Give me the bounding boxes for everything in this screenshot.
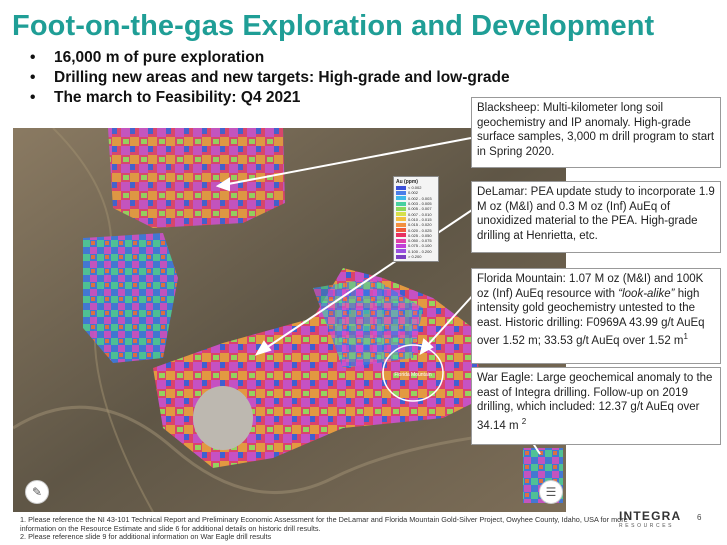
footnote-ref: 2 — [521, 416, 527, 426]
edit-map-button[interactable]: ✎ — [25, 480, 49, 504]
legend-swatch — [396, 196, 406, 201]
florida-italic: “look-alike” — [618, 287, 675, 300]
company-logo: INTEGRA RESOURCES — [619, 509, 681, 529]
legend-swatch — [396, 249, 406, 254]
footnote-2: 2. Please reference slide 9 for addition… — [20, 532, 272, 541]
callout-war-eagle: War Eagle: Large geochemical anomaly to … — [471, 367, 721, 445]
legend-label: 0.003 - 0.005 — [408, 201, 432, 207]
legend-label: 0.010 - 0.015 — [408, 216, 432, 222]
legend-swatch — [396, 238, 406, 243]
legend-swatch — [396, 201, 406, 206]
bullet-item: 16,000 m of pure exploration — [30, 48, 510, 68]
slide-title: Foot-on-the-gas Exploration and Developm… — [12, 10, 655, 42]
logo-name: INTEGRA — [619, 509, 682, 523]
footnotes: 1. Please reference the NI 43-101 Techni… — [20, 515, 628, 542]
legend-swatch — [396, 243, 406, 248]
page-number: 6 — [697, 513, 702, 522]
callout-delamar: DeLamar: PEA update study to incorporate… — [471, 181, 721, 253]
legend-swatch — [396, 222, 406, 227]
legend-label: 0.007 - 0.010 — [408, 211, 432, 217]
legend-label: 0.005 - 0.007 — [408, 206, 432, 212]
map-label: Florida Mountain — [394, 372, 431, 378]
legend-label: > 0.200 — [408, 254, 422, 259]
legend-label: 0.002 — [408, 190, 419, 196]
pencil-icon: ✎ — [31, 485, 43, 499]
legend-label: 0.050 - 0.075 — [408, 238, 432, 244]
legend-label: 0.015 - 0.020 — [408, 222, 432, 228]
footnote-ref: 1 — [683, 332, 688, 342]
legend-label: 0.075 - 0.100 — [408, 243, 432, 249]
legend-swatch — [396, 206, 406, 211]
legend-item: > 0.200 — [396, 254, 436, 259]
legend-label: 0.002 - 0.003 — [408, 195, 432, 201]
bullet-item: Drilling new areas and new targets: High… — [30, 68, 510, 88]
legend-label: 0.020 - 0.025 — [408, 227, 432, 233]
legend-swatch — [396, 217, 406, 222]
map-legend: Au (ppm) < 0.002 0.002 0.002 - 0.003 0.003 … — [393, 176, 439, 263]
legend-swatch — [396, 228, 406, 233]
legend-label: < 0.002 — [408, 185, 422, 191]
menu-icon: ☰ — [545, 485, 557, 499]
legend-swatch — [396, 212, 406, 217]
callout-florida-mountain: Florida Mountain: 1.07 M oz (M&I) and 10… — [471, 268, 721, 364]
legend-label: 0.100 - 0.200 — [408, 248, 432, 254]
legend-label: 0.025 - 0.050 — [408, 232, 432, 238]
legend-swatch — [396, 190, 406, 195]
callout-blacksheep: Blacksheep: Multi-kilometer long soil ge… — [471, 97, 721, 168]
legend-swatch — [396, 233, 406, 238]
legend-swatch — [396, 254, 406, 259]
menu-button[interactable]: ☰ — [539, 480, 563, 504]
bullet-list: 16,000 m of pure exploration Drilling ne… — [30, 48, 510, 108]
bullet-item: The march to Feasibility: Q4 2021 — [30, 88, 510, 108]
legend-swatch — [396, 185, 406, 190]
war-eagle-text: War Eagle: Large geochemical anomaly to … — [477, 372, 713, 432]
logo-sub: RESOURCES — [619, 523, 675, 529]
